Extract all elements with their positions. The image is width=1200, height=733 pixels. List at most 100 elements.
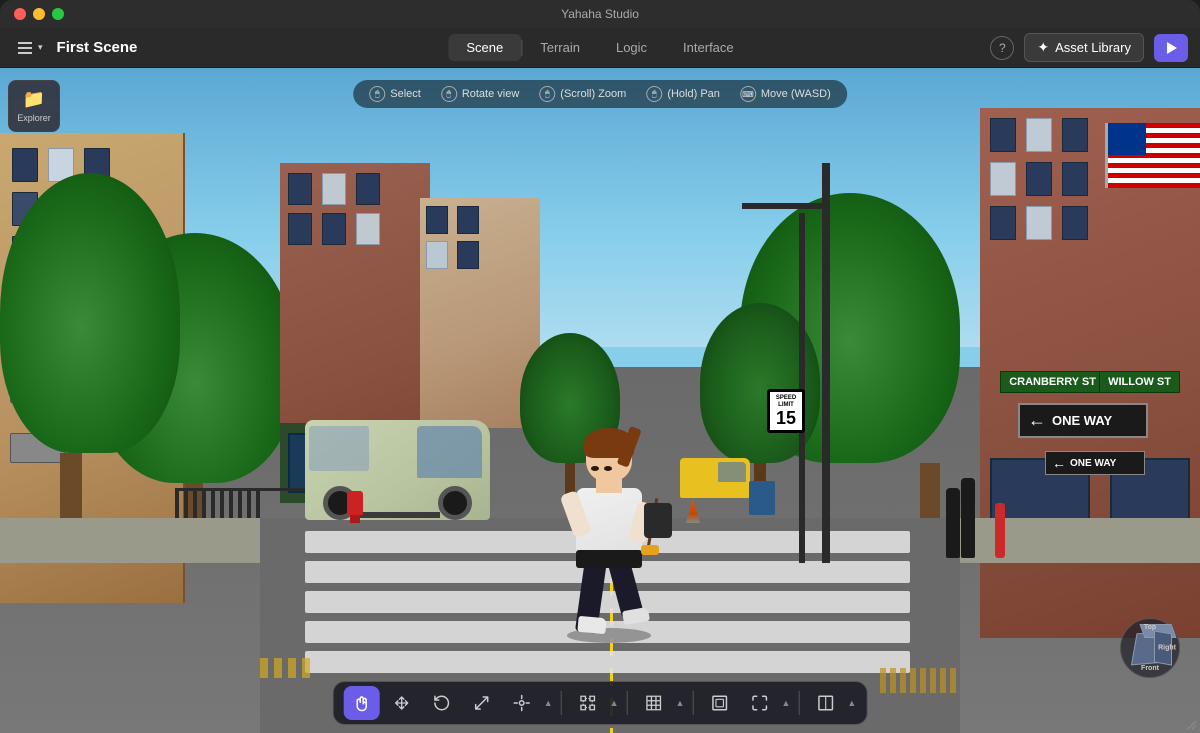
hint-zoom: 🖱 (Scroll) Zoom [539, 86, 626, 102]
hint-zoom-label: (Scroll) Zoom [560, 88, 626, 100]
one-way-sign: ← ONE WAY [1018, 403, 1148, 438]
hint-wasd-label: Move (WASD) [761, 88, 831, 100]
scale-icon [473, 694, 491, 712]
main-viewport-area: CRANBERRY ST WILLOW ST ← ONE WAY ← ONE W… [0, 68, 1200, 733]
explorer-label: Explorer [17, 113, 51, 123]
viewport[interactable]: CRANBERRY ST WILLOW ST ← ONE WAY ← ONE W… [0, 68, 1200, 733]
bollard-1 [961, 478, 975, 558]
snap-up-arrow: ▲ [610, 698, 619, 708]
play-icon [1167, 42, 1177, 54]
rotate-button[interactable] [424, 686, 460, 720]
tab-logic[interactable]: Logic [598, 34, 665, 61]
traffic-lights [14, 8, 64, 20]
grid-button[interactable] [636, 686, 672, 720]
one-way-sign-2: ← ONE WAY [1045, 451, 1145, 475]
frame-icon [710, 694, 728, 712]
columns-up-arrow: ▲ [847, 698, 856, 708]
explorer-panel[interactable]: 📁 Explorer [8, 80, 60, 132]
snap-icon [579, 694, 597, 712]
zoom-icon: 🖱 [539, 86, 555, 102]
grid-up-arrow: ▲ [676, 698, 685, 708]
hint-rotate-label: Rotate view [462, 88, 519, 100]
speed-limit-sign: SPEED LIMIT 15 [767, 389, 805, 433]
hint-select-label: Select [390, 88, 421, 100]
scene-title: First Scene [57, 39, 138, 56]
tab-interface[interactable]: Interface [665, 34, 752, 61]
toolbar-separator-3 [692, 691, 693, 715]
fullscreen-icon [750, 694, 768, 712]
close-button[interactable] [14, 8, 26, 20]
hint-select: 🖱 Select [369, 86, 421, 102]
hand-tool-button[interactable] [344, 686, 380, 720]
sidewalk-right [940, 518, 1200, 563]
tab-terrain[interactable]: Terrain [522, 34, 598, 61]
menu-button[interactable]: ▾ [12, 38, 49, 58]
taxi [680, 458, 750, 498]
hint-pan: 🖱 (Hold) Pan [646, 86, 720, 102]
gizmo-right-label: Right [1158, 645, 1176, 652]
nav-tabs: Scene Terrain Logic Interface [448, 34, 751, 61]
columns-button[interactable] [807, 686, 843, 720]
hint-rotate: 🖱 Rotate view [441, 86, 519, 102]
explorer-icon: 📁 [23, 89, 45, 110]
help-button[interactable]: ? [990, 36, 1014, 60]
hint-wasd: ⌨ Move (WASD) [740, 86, 831, 102]
translate-icon [393, 694, 411, 712]
pan-icon: 🖱 [646, 86, 662, 102]
sidewalk-left [0, 518, 270, 563]
play-button[interactable] [1154, 34, 1188, 62]
bottom-toolbar: ▲ ▲ ▲ [333, 681, 868, 725]
us-flag [1105, 123, 1200, 188]
toolbar-right: ? ✦ Asset Library [990, 33, 1188, 62]
main-toolbar: ▾ First Scene Scene Terrain Logic Interf… [0, 28, 1200, 68]
frame-button[interactable] [701, 686, 737, 720]
tab-scene[interactable]: Scene [448, 34, 521, 61]
toolbar-separator-2 [627, 691, 628, 715]
hint-pan-label: (Hold) Pan [667, 88, 720, 100]
cranberry-sign: CRANBERRY ST [1000, 371, 1105, 393]
bollard-2 [946, 488, 960, 558]
trash-bin [749, 481, 775, 515]
van [305, 420, 490, 535]
gizmo-front-label: Front [1141, 665, 1159, 672]
fullscreen-button[interactable] [741, 686, 777, 720]
leaves-left [260, 658, 310, 678]
scale-button[interactable] [464, 686, 500, 720]
translate-button[interactable] [384, 686, 420, 720]
character [564, 443, 654, 633]
view-gizmo[interactable]: Front Right Top [1120, 618, 1180, 678]
asset-library-icon: ✦ [1037, 39, 1049, 56]
select-icon: 🖱 [369, 86, 385, 102]
transform-button[interactable] [504, 686, 540, 720]
minimize-button[interactable] [33, 8, 45, 20]
asset-library-button[interactable]: ✦ Asset Library [1024, 33, 1144, 62]
rotate-icon [433, 694, 451, 712]
pole-right [822, 163, 830, 563]
viewport-hints: 🖱 Select 🖱 Rotate view 🖱 (Scroll) Zoom 🖱… [353, 80, 847, 108]
transform-up-arrow: ▲ [544, 698, 553, 708]
columns-icon [816, 694, 834, 712]
hamburger-icon [18, 42, 32, 54]
rotate-icon: 🖱 [441, 86, 457, 102]
toolbar-separator-1 [561, 691, 562, 715]
chevron-down-icon: ▾ [38, 42, 43, 53]
grid-icon [645, 694, 663, 712]
title-bar: Yahaha Studio [0, 0, 1200, 28]
fullscreen-up-arrow: ▲ [781, 698, 790, 708]
asset-library-label: Asset Library [1055, 40, 1131, 55]
willow-sign: WILLOW ST [1099, 371, 1180, 393]
gizmo-inner: Front Right Top [1126, 624, 1174, 672]
toolbar-separator-4 [798, 691, 799, 715]
app-title: Yahaha Studio [561, 7, 639, 21]
bollard-red [995, 503, 1005, 558]
wasd-icon: ⌨ [740, 86, 756, 102]
resize-handle[interactable] [1182, 715, 1200, 733]
gizmo-top-label: Top [1144, 624, 1156, 631]
fire-hydrant [347, 491, 363, 523]
maximize-button[interactable] [52, 8, 64, 20]
tree-left-2 [40, 173, 180, 553]
transform-icon [513, 694, 531, 712]
leaves-right [880, 668, 960, 693]
resize-icon [1186, 719, 1198, 731]
snap-button[interactable] [570, 686, 606, 720]
